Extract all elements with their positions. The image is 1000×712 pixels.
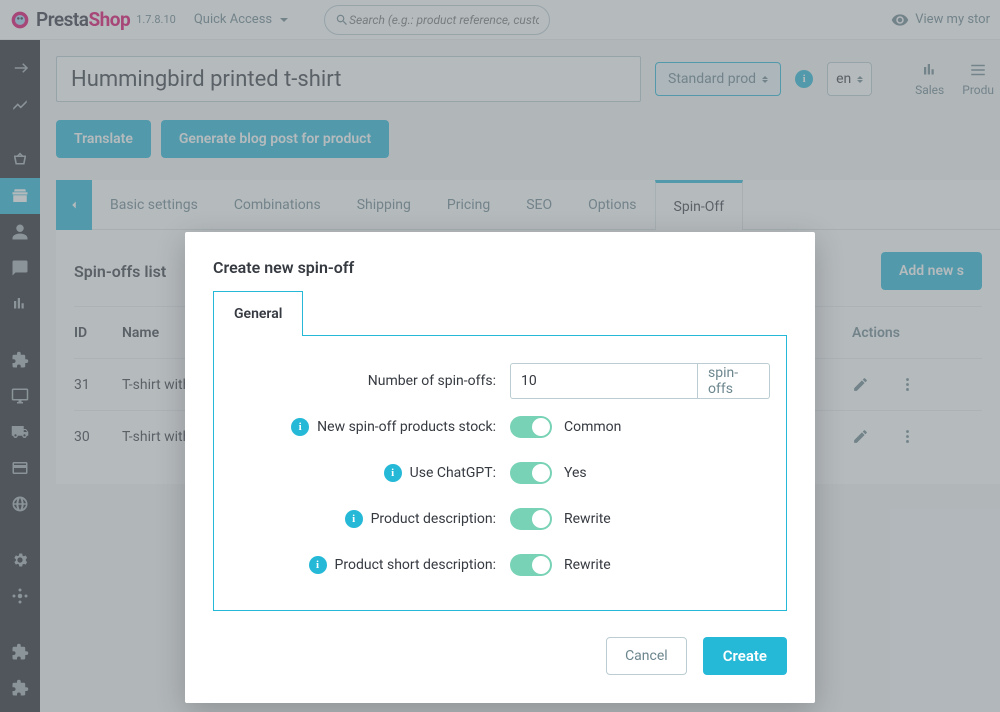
gpt-label: Use ChatGPT: [410,465,496,481]
num-spinoffs-input[interactable] [510,363,698,399]
info-icon[interactable]: i [291,418,309,436]
short-desc-value: Rewrite [564,557,611,573]
short-desc-label: Product short description: [335,557,496,573]
gpt-value: Yes [564,465,587,481]
create-button[interactable]: Create [703,637,787,675]
modal-title: Create new spin-off [213,258,787,277]
desc-value: Rewrite [564,511,611,527]
num-spinoffs-label: Number of spin-offs: [230,373,510,389]
short-desc-toggle[interactable] [510,554,552,576]
num-spinoffs-suffix: spin-offs [698,363,770,399]
desc-toggle[interactable] [510,508,552,530]
stock-label: New spin-off products stock: [317,419,496,435]
stock-toggle[interactable] [510,416,552,438]
num-spinoffs-input-group: spin-offs [510,363,770,399]
modal-overlay[interactable]: Create new spin-off General Number of sp… [0,0,1000,712]
desc-label: Product description: [371,511,496,527]
info-icon[interactable]: i [384,464,402,482]
modal-tab-general[interactable]: General [213,291,303,336]
info-icon[interactable]: i [309,556,327,574]
create-spinoff-modal: Create new spin-off General Number of sp… [185,232,815,703]
info-icon[interactable]: i [345,510,363,528]
stock-value: Common [564,419,621,435]
cancel-button[interactable]: Cancel [606,637,687,675]
modal-body: Number of spin-offs: spin-offs i New spin… [213,335,787,611]
gpt-toggle[interactable] [510,462,552,484]
